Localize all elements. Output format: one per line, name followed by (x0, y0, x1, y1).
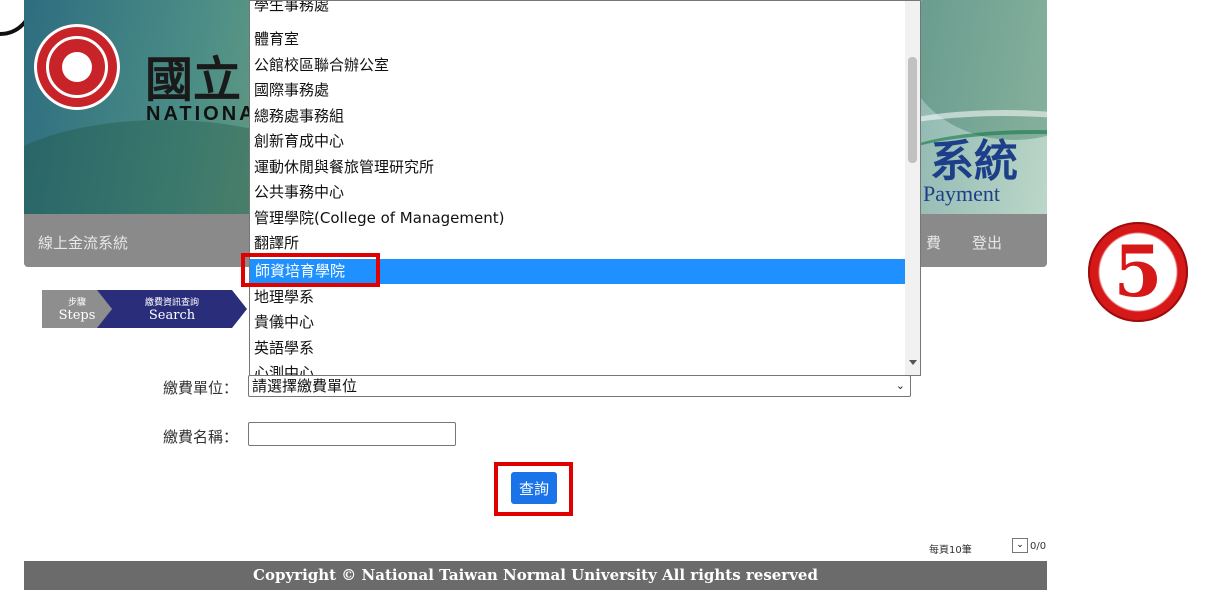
scroll-down-arrow-icon[interactable] (909, 360, 917, 365)
footer-copyright: Copyright © National Taiwan Normal Unive… (24, 561, 1047, 590)
chevron-down-icon: ⌄ (895, 379, 905, 392)
step-label-bottom: Search (148, 308, 196, 323)
dropdown-option[interactable]: 公共事務中心 (254, 180, 344, 205)
dropdown-option[interactable]: 貴儀中心 (254, 310, 314, 335)
logout-link[interactable]: 登出 (972, 232, 1002, 253)
per-page-label: 每頁10筆 (929, 545, 972, 556)
dropdown-option[interactable]: 運動休閒與餐旅管理研究所 (254, 155, 434, 180)
step-number-badge: 5 (1088, 222, 1188, 322)
unit-label: 繳費單位： (163, 379, 239, 397)
university-logo-icon (34, 24, 120, 110)
dropdown-option[interactable]: 地理學系 (254, 285, 314, 310)
school-name-cjk: 國立 (145, 52, 242, 108)
annotation-highlight-option (241, 253, 380, 287)
system-title: 系統 (930, 136, 1018, 187)
name-label: 繳費名稱： (163, 428, 239, 446)
step-indicator-search: 繳費資訊查詢 Search (97, 290, 247, 328)
page-count: 0/0 (1030, 541, 1047, 552)
scrollbar-thumb[interactable] (908, 57, 917, 163)
step-label-bottom: Steps (58, 308, 96, 323)
system-subtitle: Payment (923, 181, 1000, 206)
dropdown-option[interactable]: 體育室 (254, 27, 299, 52)
dropdown-option[interactable]: 管理學院(College of Management) (254, 206, 504, 231)
dropdown-option[interactable]: 總務處事務組 (254, 104, 344, 129)
payment-unit-select[interactable]: 請選擇繳費單位 ⌄ (248, 375, 911, 397)
dropdown-option[interactable]: 國際事務處 (254, 78, 329, 103)
per-page-select[interactable]: ⌄ (1012, 538, 1028, 553)
dropdown-option[interactable]: 英語學系 (254, 336, 314, 361)
unit-dropdown-list[interactable]: 學生事務處 體育室 公館校區聯合辦公室 國際事務處 總務處事務組 創新育成中心 … (249, 0, 921, 376)
annotation-highlight-query (494, 462, 573, 516)
chevron-down-icon: ⌄ (1016, 540, 1024, 550)
nav-home-link[interactable]: 線上金流系統 (38, 232, 128, 253)
dropdown-scrollbar[interactable] (905, 1, 920, 375)
dropdown-option[interactable]: 心測中心 (254, 361, 314, 375)
unit-select-value: 請選擇繳費單位 (252, 377, 358, 395)
payment-name-input[interactable] (248, 422, 456, 446)
step-label-top: 步驟 (67, 298, 86, 308)
dropdown-option[interactable]: 創新育成中心 (254, 129, 344, 154)
step-indicator-steps: 步驟 Steps (42, 290, 112, 328)
step-number: 5 (1113, 230, 1163, 313)
nav-item-partial[interactable]: 費 (926, 232, 941, 253)
dropdown-option[interactable]: 公館校區聯合辦公室 (254, 53, 389, 78)
step-label-top: 繳費資訊查詢 (144, 298, 199, 308)
dropdown-option[interactable]: 學生事務處 (254, 1, 329, 18)
